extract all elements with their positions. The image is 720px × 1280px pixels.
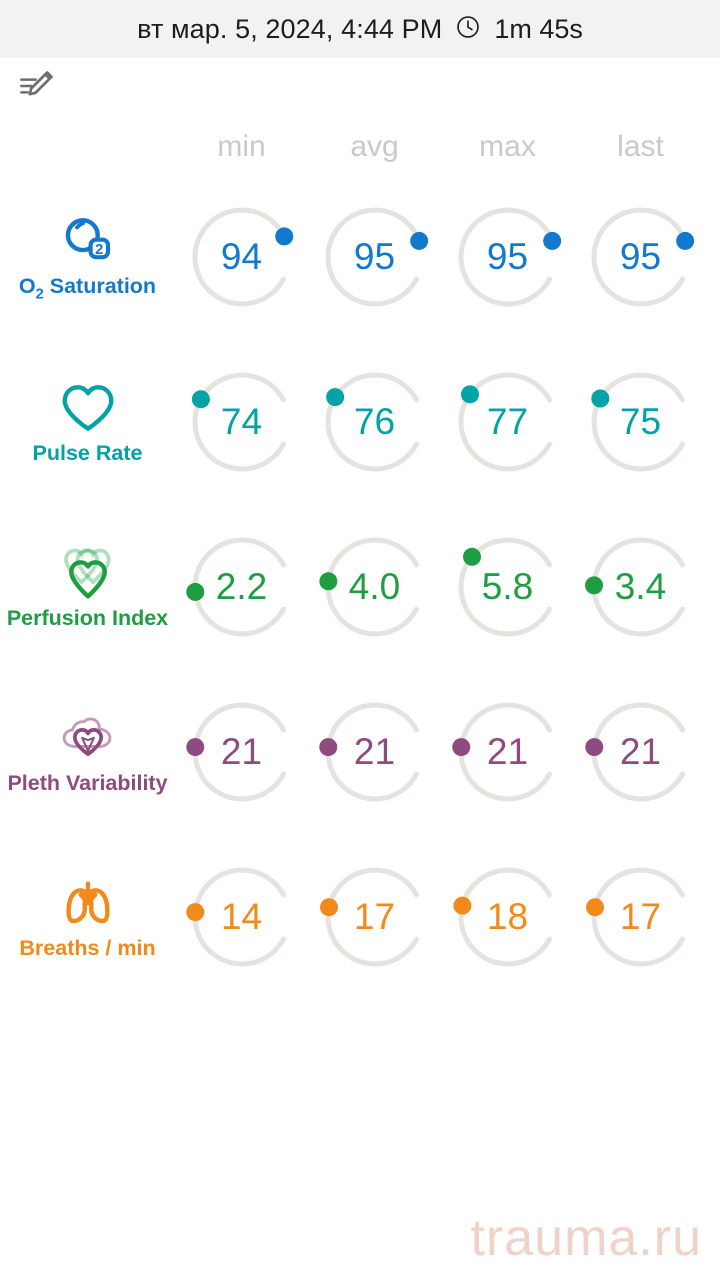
- cloud-heart-icon: [57, 707, 119, 769]
- app-bar: вт мар. 5, 2024, 4:44 PM 1m 45s: [0, 0, 720, 58]
- summary-screen: вт мар. 5, 2024, 4:44 PM 1m 45s min avg …: [0, 0, 720, 1280]
- gauge-value: 17: [619, 895, 662, 937]
- edit-note-button[interactable]: [14, 66, 60, 112]
- gauge-value: 21: [353, 730, 396, 772]
- gauge-value: 76: [353, 400, 396, 442]
- gauge-avg[interactable]: 95: [308, 187, 441, 327]
- gauge-avg[interactable]: 76: [308, 352, 441, 492]
- gauge-min[interactable]: 21: [175, 682, 308, 822]
- edit-note-icon: [17, 67, 57, 112]
- gauge-last[interactable]: 17: [574, 847, 707, 987]
- column-header-last: last: [617, 130, 664, 163]
- gauge-value: 95: [486, 235, 529, 277]
- metric-rows: 2 O2 Saturation 94 95 95 95 Pulse Rate 74 76 77 75…: [0, 174, 720, 999]
- gauge-max[interactable]: 77: [441, 352, 574, 492]
- gauge-last[interactable]: 3.4: [574, 517, 707, 657]
- gauge-value: 74: [220, 400, 263, 442]
- session-datetime: вт мар. 5, 2024, 4:44 PM: [137, 13, 443, 44]
- gauge-value: 14: [220, 895, 263, 937]
- gauge-last[interactable]: 75: [574, 352, 707, 492]
- heart-outline-icon: [57, 377, 119, 439]
- gauge-value: 18: [486, 895, 529, 937]
- metric-name: Perfusion Index: [6, 606, 169, 630]
- toolbar: [0, 58, 720, 120]
- metric-row[interactable]: 2 O2 Saturation 94 95 95 95: [0, 174, 720, 339]
- metric-gauges: 14 17 18 17: [175, 847, 720, 987]
- gauge-value: 95: [353, 235, 396, 277]
- gauge-value: 75: [619, 400, 662, 442]
- metric-name: Pulse Rate: [32, 441, 143, 465]
- metric-row[interactable]: Breaths / min 14 17 18 17: [0, 834, 720, 999]
- gauge-value: 4.0: [348, 565, 401, 607]
- gauge-min[interactable]: 2.2: [175, 517, 308, 657]
- metric-row[interactable]: Perfusion Index 2.2 4.0 5.8 3.4: [0, 504, 720, 669]
- gauge-value: 77: [486, 400, 529, 442]
- o2-saturation-icon: 2: [57, 210, 119, 272]
- gauge-min[interactable]: 94: [175, 187, 308, 327]
- gauge-value: 17: [353, 895, 396, 937]
- metric-gauges: 2.2 4.0 5.8 3.4: [175, 517, 720, 657]
- clock-icon: [455, 14, 481, 45]
- metric-label-group: Breaths / min: [0, 872, 175, 961]
- metric-name: Pleth Variability: [7, 771, 168, 795]
- metric-gauges: 21 21 21 21: [175, 682, 720, 822]
- metric-gauges: 94 95 95 95: [175, 187, 720, 327]
- gauge-max[interactable]: 21: [441, 682, 574, 822]
- column-header-max: max: [479, 130, 536, 163]
- watermark: trauma.ru: [470, 1209, 702, 1267]
- metric-row[interactable]: Pleth Variability 21 21 21 21: [0, 669, 720, 834]
- metric-label-group: Pleth Variability: [0, 707, 175, 796]
- svg-text:2: 2: [95, 242, 103, 258]
- gauge-max[interactable]: 95: [441, 187, 574, 327]
- gauge-avg[interactable]: 4.0: [308, 517, 441, 657]
- metric-name: Breaths / min: [19, 936, 156, 960]
- gauge-max[interactable]: 5.8: [441, 517, 574, 657]
- lungs-icon: [57, 872, 119, 934]
- metric-name: O2 Saturation: [18, 274, 157, 303]
- session-duration: 1m 45s: [494, 13, 583, 44]
- gauge-min[interactable]: 74: [175, 352, 308, 492]
- gauge-max[interactable]: 18: [441, 847, 574, 987]
- column-header-min: min: [217, 130, 266, 163]
- gauge-value: 21: [486, 730, 529, 772]
- gauge-value: 21: [619, 730, 662, 772]
- metric-gauges: 74 76 77 75: [175, 352, 720, 492]
- gauge-value: 5.8: [481, 565, 534, 607]
- gauge-value: 3.4: [614, 565, 667, 607]
- gauge-value: 2.2: [215, 565, 268, 607]
- metric-label-group: Perfusion Index: [0, 542, 175, 631]
- gauge-last[interactable]: 21: [574, 682, 707, 822]
- gauge-avg[interactable]: 21: [308, 682, 441, 822]
- gauge-min[interactable]: 14: [175, 847, 308, 987]
- metric-row[interactable]: Pulse Rate 74 76 77 75: [0, 339, 720, 504]
- gauge-last[interactable]: 95: [574, 187, 707, 327]
- gauge-value: 95: [619, 235, 662, 277]
- gauge-value: 94: [220, 235, 263, 277]
- metric-label-group: Pulse Rate: [0, 377, 175, 466]
- column-header-avg: avg: [350, 130, 399, 163]
- column-headers: min avg max last: [0, 120, 720, 174]
- metric-label-group: 2 O2 Saturation: [0, 210, 175, 303]
- triple-heart-icon: [57, 542, 119, 604]
- gauge-avg[interactable]: 17: [308, 847, 441, 987]
- gauge-value: 21: [220, 730, 263, 772]
